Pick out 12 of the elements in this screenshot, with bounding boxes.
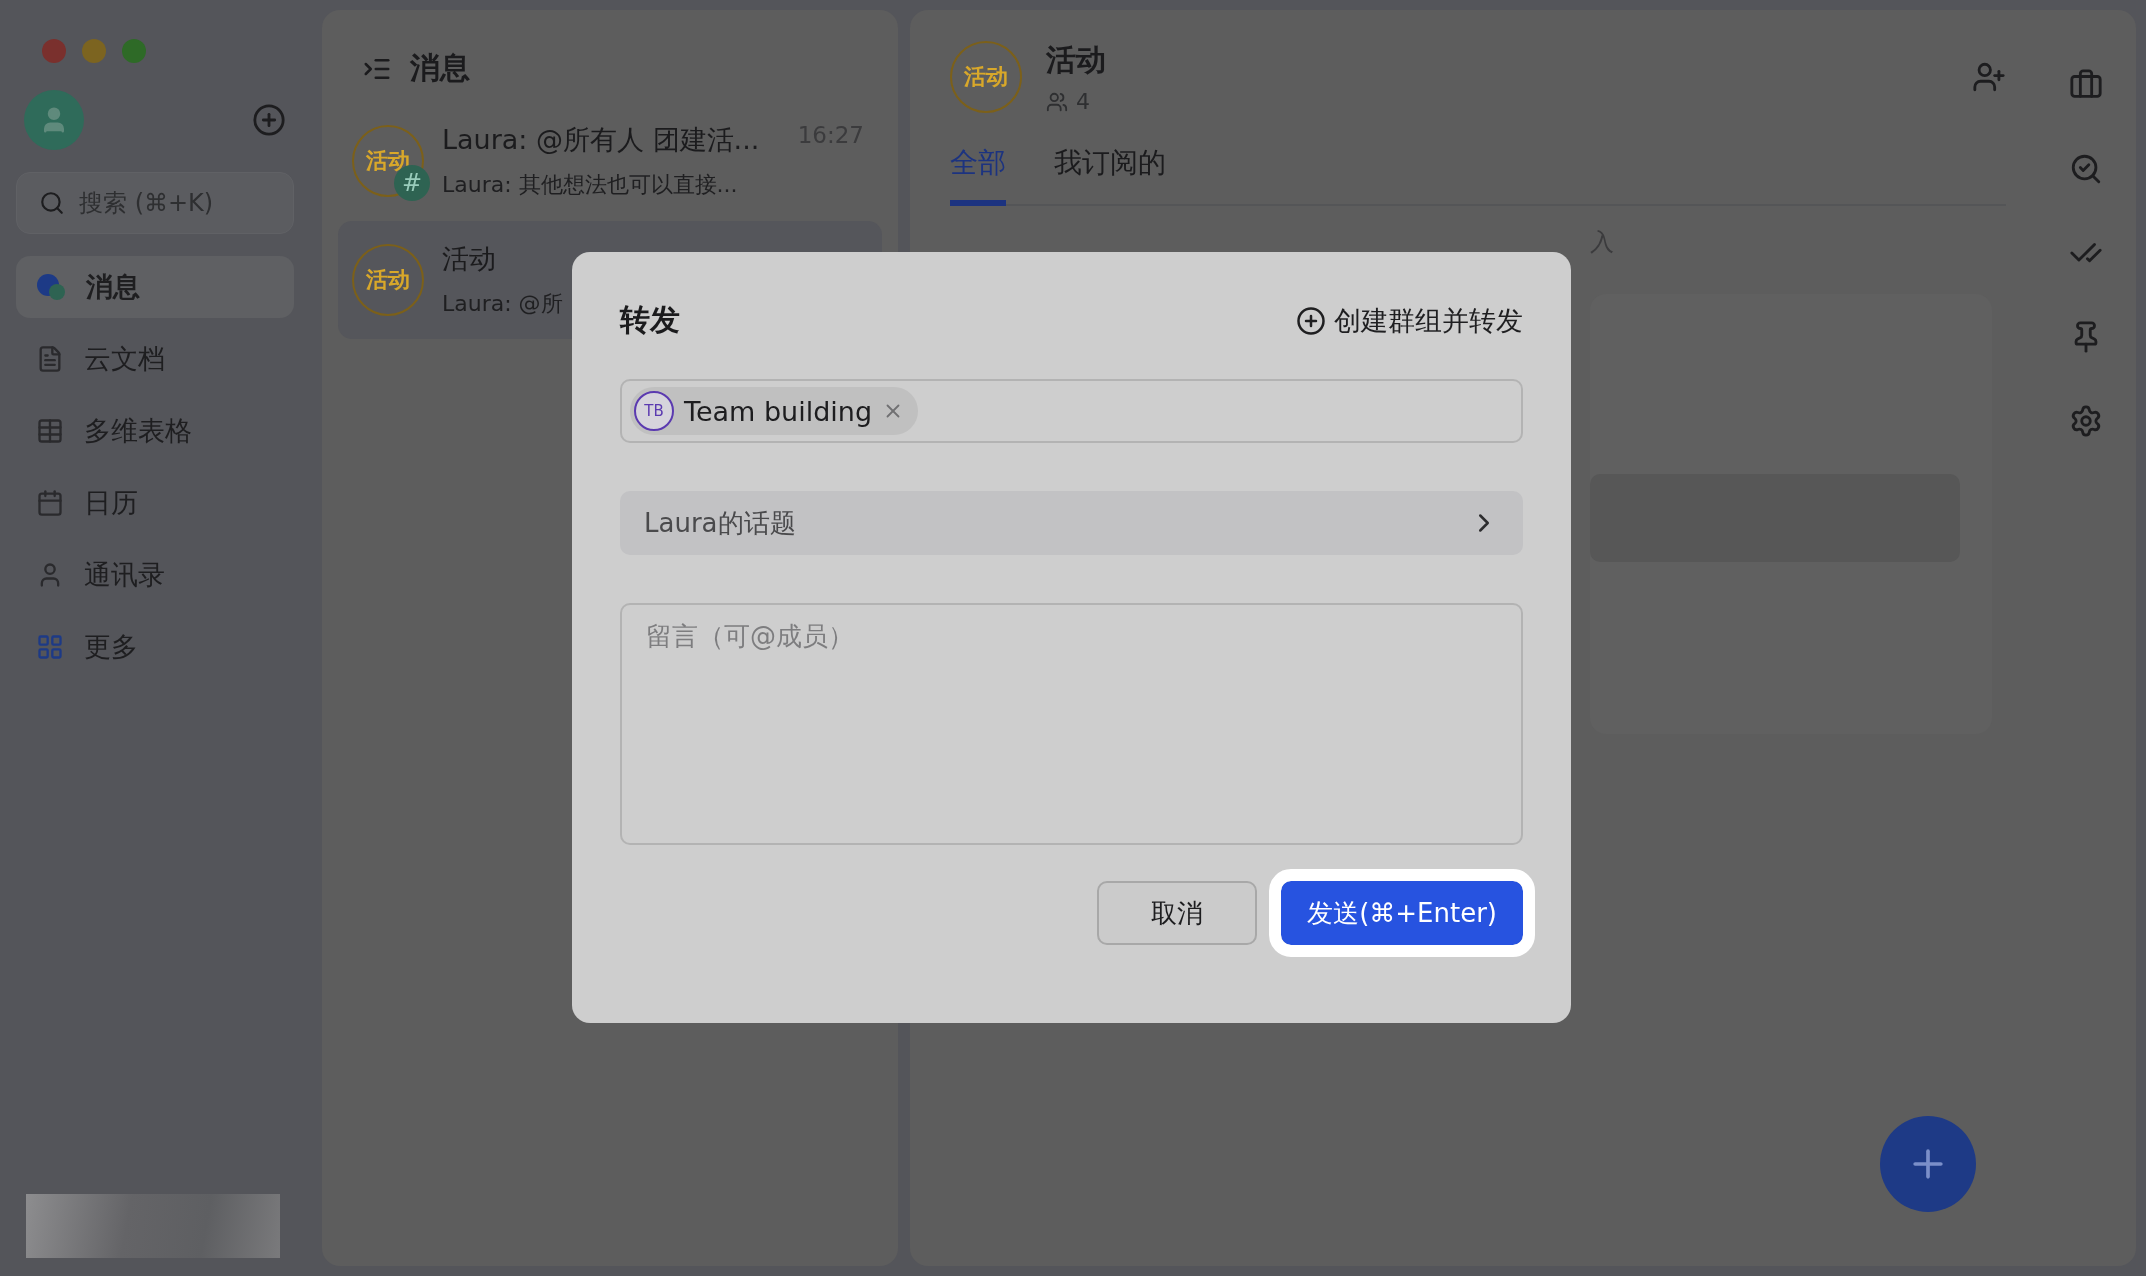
list-title: 消息 xyxy=(410,49,470,87)
chat-preview: Laura: 其他想法也可以直接... xyxy=(442,172,738,197)
topic-label: Laura的话题 xyxy=(644,506,796,540)
group-avatar: 活动 xyxy=(950,41,1022,113)
chat-preview: Laura: @所 xyxy=(442,291,563,316)
group-title: 活动 xyxy=(1046,41,1107,79)
recipient-name: Team building xyxy=(684,395,873,427)
chat-title: Laura: @所有人 团建活... xyxy=(442,123,760,157)
group-avatar: 活动 xyxy=(352,244,424,316)
chat-title: 活动 xyxy=(442,242,496,276)
dialog-title: 转发 xyxy=(620,301,680,339)
recipient-avatar: TB xyxy=(634,391,674,431)
